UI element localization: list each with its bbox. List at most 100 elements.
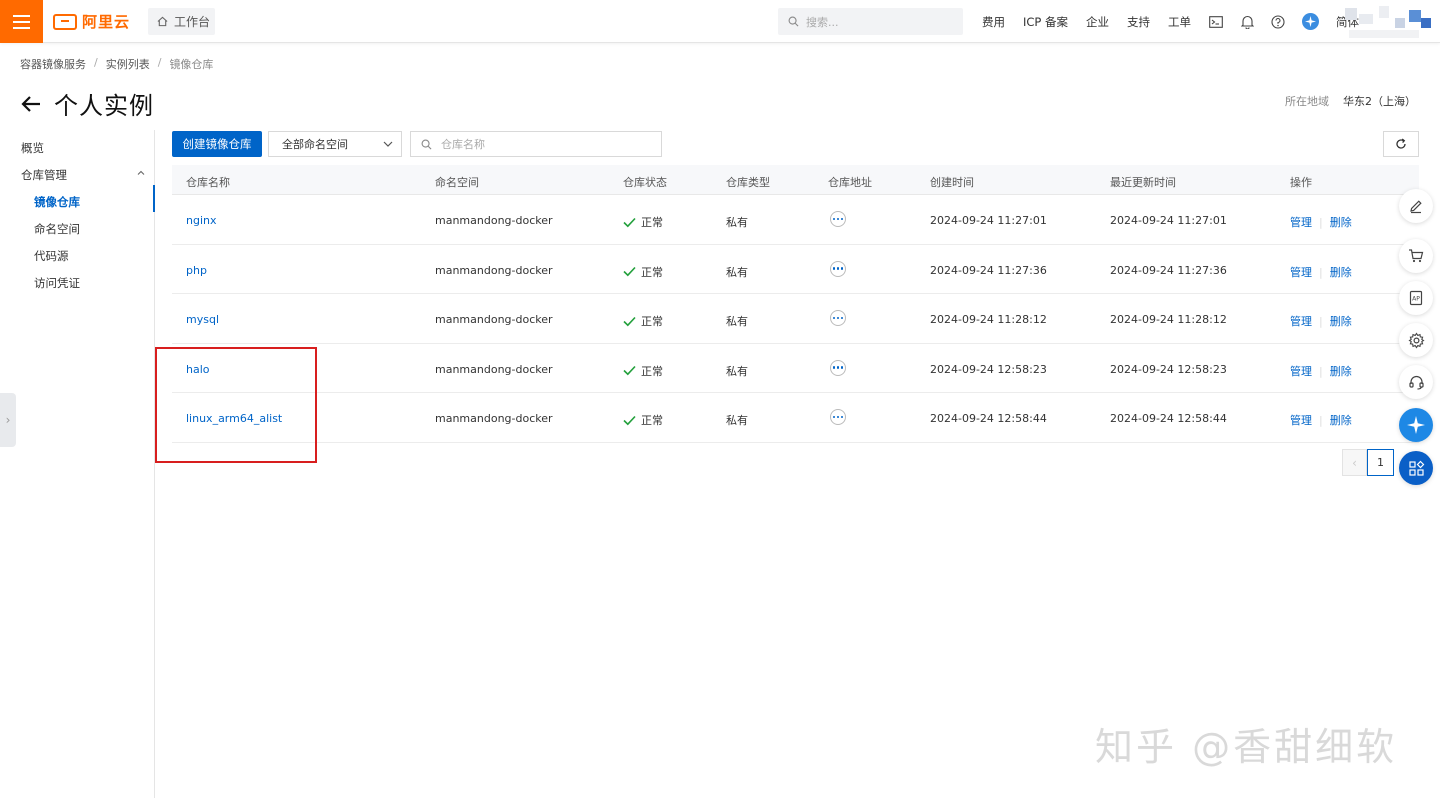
repo-name-link[interactable]: php bbox=[186, 264, 207, 277]
header-address: 仓库地址 bbox=[828, 176, 872, 189]
region-info: 所在地域 华东2（上海） bbox=[1285, 93, 1416, 109]
delete-link[interactable]: 删除 bbox=[1330, 365, 1352, 378]
create-repo-button[interactable]: 创建镜像仓库 bbox=[172, 131, 262, 157]
breadcrumb-item-instances[interactable]: 实例列表 bbox=[106, 56, 150, 72]
table-row: mysql manmandong-docker 正常 私有 2024-09-24… bbox=[172, 294, 1419, 344]
float-settings-button[interactable] bbox=[1399, 323, 1433, 357]
repo-created-time: 2024-09-24 12:58:44 bbox=[930, 412, 1047, 425]
float-api-button[interactable]: AP bbox=[1399, 281, 1433, 315]
repo-created-time: 2024-09-24 11:27:36 bbox=[930, 263, 1047, 277]
home-icon bbox=[157, 16, 168, 27]
repo-status: 正常 bbox=[623, 412, 663, 428]
chevron-left-icon: ‹ bbox=[1352, 455, 1357, 470]
float-edit-button[interactable] bbox=[1399, 189, 1433, 223]
header-updated: 最近更新时间 bbox=[1110, 176, 1176, 189]
sidebar-item-overview[interactable]: 概览 bbox=[21, 140, 44, 156]
breadcrumb-item-service[interactable]: 容器镜像服务 bbox=[20, 56, 86, 72]
sidebar-item-credentials[interactable]: 访问凭证 bbox=[34, 275, 80, 291]
check-icon bbox=[623, 217, 636, 227]
repo-created-time: 2024-09-24 11:27:01 bbox=[930, 214, 1047, 227]
pagination-prev-button[interactable]: ‹ bbox=[1342, 449, 1367, 476]
sidebar-item-namespace[interactable]: 命名空间 bbox=[34, 221, 80, 237]
delete-link[interactable]: 删除 bbox=[1330, 315, 1352, 328]
action-separator: | bbox=[1319, 265, 1323, 279]
header-repo-name: 仓库名称 bbox=[186, 176, 230, 189]
address-more-icon[interactable] bbox=[830, 260, 846, 277]
delete-link[interactable]: 删除 bbox=[1330, 266, 1352, 279]
repo-status-text: 正常 bbox=[641, 216, 663, 229]
assistant-icon[interactable] bbox=[1302, 13, 1320, 30]
sidebar-item-image-repo[interactable]: 镜像仓库 bbox=[34, 194, 80, 210]
repo-namespace: manmandong-docker bbox=[435, 263, 553, 277]
manage-link[interactable]: 管理 bbox=[1290, 365, 1312, 378]
refresh-icon bbox=[1396, 138, 1406, 149]
row-actions: 管理 | 删除 bbox=[1290, 363, 1352, 379]
sidebar-group-repo-management[interactable]: 仓库管理 bbox=[21, 167, 67, 183]
header-created: 创建时间 bbox=[930, 176, 974, 189]
chevron-down-icon bbox=[383, 141, 393, 147]
address-more-icon[interactable] bbox=[830, 359, 846, 376]
repo-name-link[interactable]: halo bbox=[186, 363, 210, 376]
manage-link[interactable]: 管理 bbox=[1290, 315, 1312, 328]
workbench-label: 工作台 bbox=[174, 15, 211, 29]
nav-billing[interactable]: 费用 bbox=[982, 14, 1005, 30]
global-search-input[interactable]: 搜索... bbox=[778, 8, 963, 35]
title-row: 个人实例 bbox=[20, 86, 154, 121]
check-icon bbox=[623, 415, 636, 425]
manage-link[interactable]: 管理 bbox=[1290, 216, 1312, 229]
float-apps-button[interactable] bbox=[1399, 451, 1433, 485]
float-cart-button[interactable] bbox=[1399, 239, 1433, 273]
header-type: 仓库类型 bbox=[726, 176, 770, 189]
repo-type: 私有 bbox=[726, 364, 748, 378]
repo-name-link[interactable]: nginx bbox=[186, 214, 217, 227]
repo-status-text: 正常 bbox=[641, 315, 663, 328]
repo-name-link[interactable]: mysql bbox=[186, 313, 219, 326]
avatar[interactable] bbox=[1345, 2, 1435, 42]
workbench-button[interactable]: 工作台 bbox=[148, 8, 215, 35]
float-assistant-button[interactable] bbox=[1399, 408, 1433, 442]
manage-link[interactable]: 管理 bbox=[1290, 414, 1312, 427]
row-actions: 管理 | 删除 bbox=[1290, 264, 1352, 280]
repo-name-link[interactable]: linux_arm64_alist bbox=[186, 412, 282, 425]
refresh-button[interactable] bbox=[1383, 131, 1419, 157]
address-more-icon[interactable] bbox=[830, 409, 846, 425]
manage-link[interactable]: 管理 bbox=[1290, 266, 1312, 279]
repo-type: 私有 bbox=[726, 414, 748, 427]
repo-namespace: manmandong-docker bbox=[435, 412, 553, 425]
row-actions: 管理 | 删除 bbox=[1290, 412, 1352, 428]
pagination-page-1[interactable]: 1 bbox=[1367, 449, 1394, 476]
help-icon[interactable] bbox=[1271, 14, 1285, 29]
address-more-icon[interactable] bbox=[830, 211, 846, 227]
nav-enterprise[interactable]: 企业 bbox=[1086, 14, 1109, 30]
aliyun-logo[interactable]: 阿里云 bbox=[53, 11, 130, 32]
delete-link[interactable]: 删除 bbox=[1330, 414, 1352, 427]
row-actions: 管理 | 删除 bbox=[1290, 313, 1352, 329]
repo-namespace: manmandong-docker bbox=[435, 214, 553, 227]
address-more-icon[interactable] bbox=[830, 310, 846, 326]
nav-ticket[interactable]: 工单 bbox=[1168, 14, 1191, 30]
repo-search-input[interactable]: 仓库名称 bbox=[410, 131, 662, 157]
action-separator: | bbox=[1319, 364, 1323, 378]
bell-icon[interactable] bbox=[1240, 15, 1254, 29]
aliyun-logo-icon bbox=[53, 13, 77, 30]
namespace-select[interactable]: 全部命名空间 bbox=[268, 131, 402, 157]
table-body: nginx manmandong-docker 正常 私有 2024-09-24… bbox=[172, 195, 1419, 443]
repo-updated-time: 2024-09-24 11:27:36 bbox=[1110, 263, 1227, 277]
sidebar-item-code-source[interactable]: 代码源 bbox=[34, 248, 69, 264]
svg-text:AP: AP bbox=[1412, 296, 1420, 303]
headset-icon bbox=[1408, 375, 1424, 390]
repo-status: 正常 bbox=[623, 214, 663, 230]
api-doc-icon: AP bbox=[1409, 290, 1423, 306]
region-value[interactable]: 华东2（上海） bbox=[1343, 93, 1416, 109]
nav-icp[interactable]: ICP 备案 bbox=[1023, 14, 1068, 30]
nav-support[interactable]: 支持 bbox=[1127, 14, 1150, 30]
delete-link[interactable]: 删除 bbox=[1330, 216, 1352, 229]
sidebar-collapse-handle[interactable]: › bbox=[0, 393, 16, 447]
chevron-up-icon[interactable] bbox=[137, 169, 145, 177]
search-icon bbox=[421, 139, 432, 149]
apps-grid-icon bbox=[1408, 460, 1424, 476]
float-support-button[interactable] bbox=[1399, 365, 1433, 399]
terminal-icon[interactable] bbox=[1209, 15, 1223, 29]
back-arrow-icon[interactable] bbox=[20, 93, 42, 115]
hamburger-menu-button[interactable] bbox=[0, 0, 43, 43]
